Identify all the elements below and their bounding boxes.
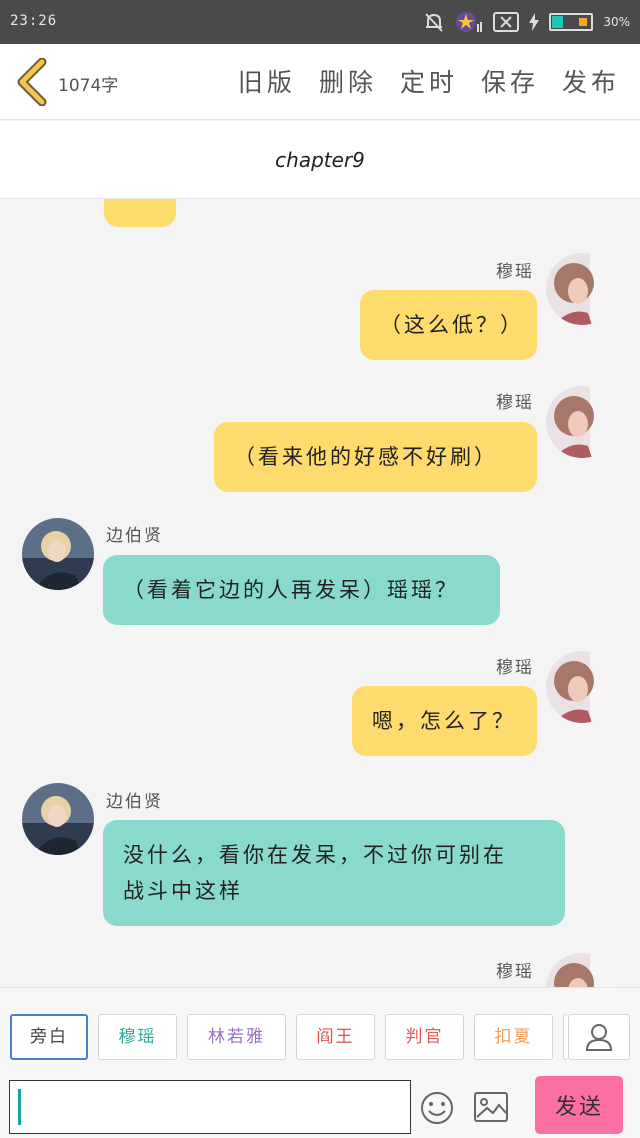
message-bubble[interactable]: 没什么，看你在发呆，不过你可别在 战斗中这样 — [103, 820, 565, 926]
battery-icon — [549, 13, 594, 31]
character-chip-linruoya[interactable]: 林若雅 — [187, 1014, 286, 1060]
message-input-bar: 发送 — [0, 1071, 640, 1138]
avatar-bianboxian[interactable] — [22, 518, 94, 590]
message-bubble[interactable]: （看着它边的人再发呆）瑶瑶？ — [103, 555, 500, 625]
character-chip-muyao[interactable]: 穆瑶 — [98, 1014, 177, 1060]
charging-icon — [529, 13, 540, 31]
bell-off-icon — [423, 11, 445, 33]
emoji-button[interactable] — [420, 1091, 454, 1125]
sender-name: 边伯贤 — [106, 526, 163, 546]
chapter-title[interactable]: chapter9 — [275, 148, 365, 172]
back-arrow-icon — [17, 57, 47, 107]
battery-level — [552, 16, 564, 28]
character-chip-yanwang[interactable]: 阎王 — [296, 1014, 375, 1060]
sim-x-icon — [493, 12, 520, 32]
back-button[interactable] — [14, 57, 50, 107]
insert-image-button[interactable] — [473, 1091, 509, 1123]
chat-area[interactable]: 穆瑶 （这么低？） 穆瑶 （看来他的好感不好刷） 边伯贤 （看着它边的人再发呆）… — [0, 199, 640, 987]
user-icon — [586, 1024, 612, 1051]
avatar-muyao[interactable] — [546, 386, 618, 458]
character-chip-narrator[interactable]: 旁白 — [10, 1014, 88, 1060]
status-time: 23:26 — [10, 13, 58, 29]
sender-name: 边伯贤 — [106, 792, 163, 812]
publish-button[interactable]: 发布 — [562, 63, 620, 99]
message-bubble[interactable]: （这么低？） — [360, 290, 537, 360]
old-version-button[interactable]: 旧版 — [238, 63, 296, 99]
sender-name: 穆瑶 — [496, 658, 534, 678]
add-character-button[interactable] — [568, 1014, 630, 1060]
status-icons: 30% — [423, 10, 630, 34]
message-text-line: 没什么，看你在发呆，不过你可别在 — [123, 843, 507, 867]
word-count: 1074字 — [58, 76, 119, 96]
message-text: （看来他的好感不好刷） — [234, 445, 498, 469]
avatar-muyao[interactable] — [546, 253, 618, 325]
message-text: 嗯，怎么了？ — [372, 709, 516, 733]
editor-toolbar: 1074字 旧版 删除 定时 保存 发布 — [0, 44, 640, 120]
character-selector: 旁白 穆瑶 林若雅 阎王 判官 扣夏 — [0, 987, 640, 1071]
schedule-button[interactable]: 定时 — [400, 63, 458, 99]
avatar-muyao[interactable] — [546, 651, 618, 723]
battery-percent: 30% — [603, 15, 630, 29]
message-text: （看着它边的人再发呆）瑶瑶？ — [123, 578, 459, 602]
message-input[interactable] — [9, 1080, 411, 1134]
chapter-header: chapter9 — [0, 121, 640, 199]
avatar-muyao[interactable] — [546, 953, 618, 987]
character-chip-kouxia[interactable]: 扣夏 — [474, 1014, 553, 1060]
character-chip-panguan[interactable]: 判官 — [385, 1014, 464, 1060]
text-caret — [18, 1089, 21, 1125]
send-button[interactable]: 发送 — [535, 1076, 623, 1134]
message-bubble-partial[interactable] — [104, 199, 176, 227]
message-bubble[interactable]: 嗯，怎么了？ — [352, 686, 537, 756]
status-bar: 23:26 30% — [0, 0, 640, 44]
sender-name: 穆瑶 — [496, 393, 534, 413]
delete-button[interactable]: 删除 — [319, 63, 377, 99]
toolbar-actions: 旧版 删除 定时 保存 发布 — [238, 63, 620, 99]
message-text-line: 战斗中这样 — [123, 879, 243, 903]
smiley-icon — [421, 1092, 453, 1124]
avatar-bianboxian[interactable] — [22, 783, 94, 855]
star-notification-icon — [455, 10, 483, 34]
message-bubble[interactable]: （看来他的好感不好刷） — [214, 422, 537, 492]
sender-name: 穆瑶 — [496, 262, 534, 282]
save-button[interactable]: 保存 — [481, 63, 539, 99]
message-text: （这么低？） — [380, 313, 524, 337]
image-icon — [474, 1092, 508, 1122]
sender-name: 穆瑶 — [496, 962, 534, 982]
